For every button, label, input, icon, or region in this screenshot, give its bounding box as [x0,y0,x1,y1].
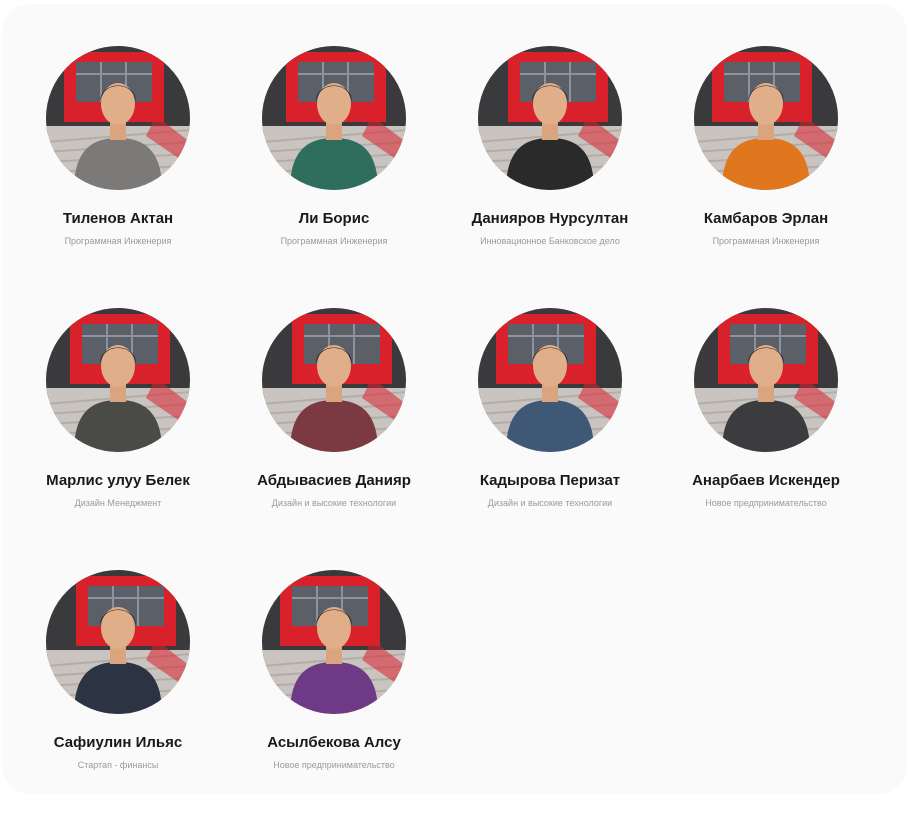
member-name: Камбаров Эрлан [703,210,829,227]
member-photo[interactable] [262,570,406,714]
member-program: Новое предпринимательство [273,760,395,770]
portrait-illustration [478,308,622,452]
member-program: Программная Инженерия [64,236,172,246]
member-program: Новое предпринимательство [705,498,827,508]
member-program: Инновационное Банковское дело [480,236,620,246]
member-name: Кадырова Перизат [479,472,621,489]
team-member[interactable]: Анарбаев Искендер Новое предпринимательс… [658,306,874,568]
member-name: Тиленов Актан [62,210,174,227]
member-photo[interactable] [478,46,622,190]
member-name: Ли Борис [298,210,370,227]
member-name: Асылбекова Алсу [267,734,401,751]
member-program: Дизайн Менеджмент [74,498,162,508]
team-grid: Тиленов Актан Программная Инженерия Ли Б… [10,44,890,830]
portrait-illustration [46,308,190,452]
member-name: Анарбаев Искендер [692,472,840,489]
member-photo[interactable] [478,308,622,452]
member-program: Дизайн и высокие технологии [271,498,397,508]
member-photo[interactable] [46,308,190,452]
team-member[interactable]: Асылбекова Алсу Новое предпринимательств… [226,568,442,830]
portrait-illustration [694,308,838,452]
member-photo[interactable] [262,46,406,190]
portrait-illustration [262,570,406,714]
member-photo[interactable] [262,308,406,452]
member-program: Программная Инженерия [712,236,820,246]
team-member[interactable]: Камбаров Эрлан Программная Инженерия [658,44,874,306]
member-name: Сафиулин Ильяс [53,734,183,751]
portrait-illustration [262,308,406,452]
team-member[interactable]: Ли Борис Программная Инженерия [226,44,442,306]
member-name: Данияров Нурсултан [471,210,629,227]
team-member[interactable]: Марлис улуу Белек Дизайн Менеджмент [10,306,226,568]
team-member[interactable]: Сафиулин Ильяс Стартап - финансы [10,568,226,830]
portrait-illustration [46,570,190,714]
member-program: Стартап - финансы [77,760,159,770]
portrait-illustration [46,46,190,190]
team-member[interactable]: Абдывасиев Данияр Дизайн и высокие техно… [226,306,442,568]
portrait-illustration [478,46,622,190]
portrait-illustration [262,46,406,190]
member-photo[interactable] [46,46,190,190]
team-member[interactable]: Кадырова Перизат Дизайн и высокие технол… [442,306,658,568]
team-member[interactable]: Данияров Нурсултан Инновационное Банковс… [442,44,658,306]
member-name: Абдывасиев Данияр [257,472,411,489]
member-photo[interactable] [694,308,838,452]
member-program: Программная Инженерия [280,236,388,246]
team-member[interactable]: Тиленов Актан Программная Инженерия [10,44,226,306]
member-name: Марлис улуу Белек [46,472,190,489]
member-photo[interactable] [46,570,190,714]
team-card: Тиленов Актан Программная Инженерия Ли Б… [2,4,907,794]
portrait-illustration [694,46,838,190]
member-photo[interactable] [694,46,838,190]
member-program: Дизайн и высокие технологии [487,498,613,508]
